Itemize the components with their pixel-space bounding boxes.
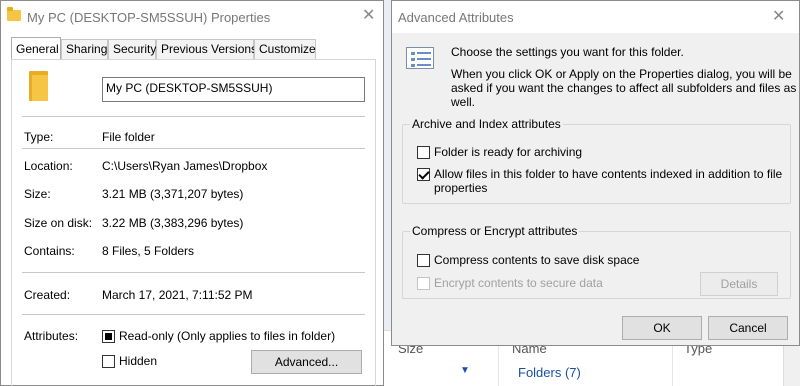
attributes-list-icon — [406, 47, 434, 69]
tab-customize[interactable]: Customize — [254, 39, 316, 59]
readonly-checkbox[interactable] — [102, 330, 115, 343]
ok-button[interactable]: OK — [622, 316, 702, 340]
divider — [22, 314, 365, 315]
advanced-titlebar[interactable]: Advanced Attributes ✕ — [392, 1, 799, 33]
intro-text: When you click OK or Apply on the Proper… — [451, 67, 792, 81]
divider — [22, 116, 365, 117]
size-on-disk-value: 3.22 MB (3,383,296 bytes) — [102, 216, 244, 230]
type-label: Type: — [24, 130, 54, 144]
hidden-label: Hidden — [119, 354, 158, 368]
chevron-down-icon[interactable]: ▼ — [460, 365, 470, 376]
close-icon[interactable]: ✕ — [772, 9, 785, 25]
advanced-title: Advanced Attributes — [398, 10, 514, 25]
location-value: C:\Users\Ryan James\Dropbox — [102, 159, 268, 173]
tab-general[interactable]: General — [11, 37, 61, 59]
intro-text: asked if you want the changes to affect … — [451, 81, 797, 95]
created-label: Created: — [24, 288, 71, 302]
properties-dialog: My PC (DESKTOP-SM5SSUH) Properties ✕ Gen… — [0, 0, 384, 386]
readonly-label: Read-only (Only applies to files in fold… — [119, 329, 336, 343]
index-contents-checkbox[interactable] — [417, 168, 430, 181]
size-on-disk-label: Size on disk: — [24, 216, 93, 230]
archive-index-group-title: Archive and Index attributes — [410, 117, 563, 131]
type-value: File folder — [102, 130, 155, 144]
location-label: Location: — [24, 159, 73, 173]
archiving-checkbox[interactable] — [417, 146, 430, 159]
folder-name-field[interactable]: My PC (DESKTOP-SM5SSUH) — [102, 77, 365, 102]
folder-icon — [29, 71, 49, 101]
tab-sharing[interactable]: Sharing — [61, 39, 108, 59]
advanced-attributes-dialog: Advanced Attributes ✕ Choose the setting… — [391, 0, 800, 346]
divider — [22, 148, 365, 149]
contains-value: 8 Files, 5 Folders — [102, 244, 195, 258]
hidden-checkbox[interactable] — [102, 355, 115, 368]
index-contents-label: properties — [434, 181, 488, 195]
advanced-button[interactable]: Advanced... — [251, 350, 362, 374]
compress-checkbox[interactable] — [417, 254, 430, 267]
encrypt-label: Encrypt contents to secure data — [434, 276, 603, 290]
created-value: March 17, 2021, 7:11:52 PM — [102, 288, 253, 302]
contains-label: Contains: — [24, 244, 75, 258]
folders-group-header[interactable]: Folders (7) — [518, 365, 581, 380]
properties-title: My PC (DESKTOP-SM5SSUH) Properties — [27, 10, 271, 25]
attributes-label: Attributes: — [24, 329, 79, 343]
folder-icon — [7, 7, 21, 21]
intro-heading: Choose the settings you want for this fo… — [451, 45, 684, 59]
compress-encrypt-group-title: Compress or Encrypt attributes — [410, 224, 580, 238]
tab-previous-versions[interactable]: Previous Versions — [156, 39, 257, 59]
index-contents-label: Allow files in this folder to have conte… — [434, 167, 783, 181]
divider — [22, 272, 365, 273]
properties-titlebar[interactable]: My PC (DESKTOP-SM5SSUH) Properties ✕ — [1, 1, 383, 31]
intro-text: well. — [451, 95, 476, 109]
encrypt-checkbox — [417, 277, 430, 290]
size-value: 3.21 MB (3,371,207 bytes) — [102, 187, 244, 201]
close-icon[interactable]: ✕ — [362, 8, 375, 24]
archiving-label: Folder is ready for archiving — [434, 145, 583, 159]
tab-security[interactable]: Security — [108, 39, 156, 59]
details-button: Details — [700, 272, 778, 296]
size-label: Size: — [24, 187, 51, 201]
cancel-button[interactable]: Cancel — [708, 316, 788, 340]
compress-label: Compress contents to save disk space — [434, 253, 640, 267]
